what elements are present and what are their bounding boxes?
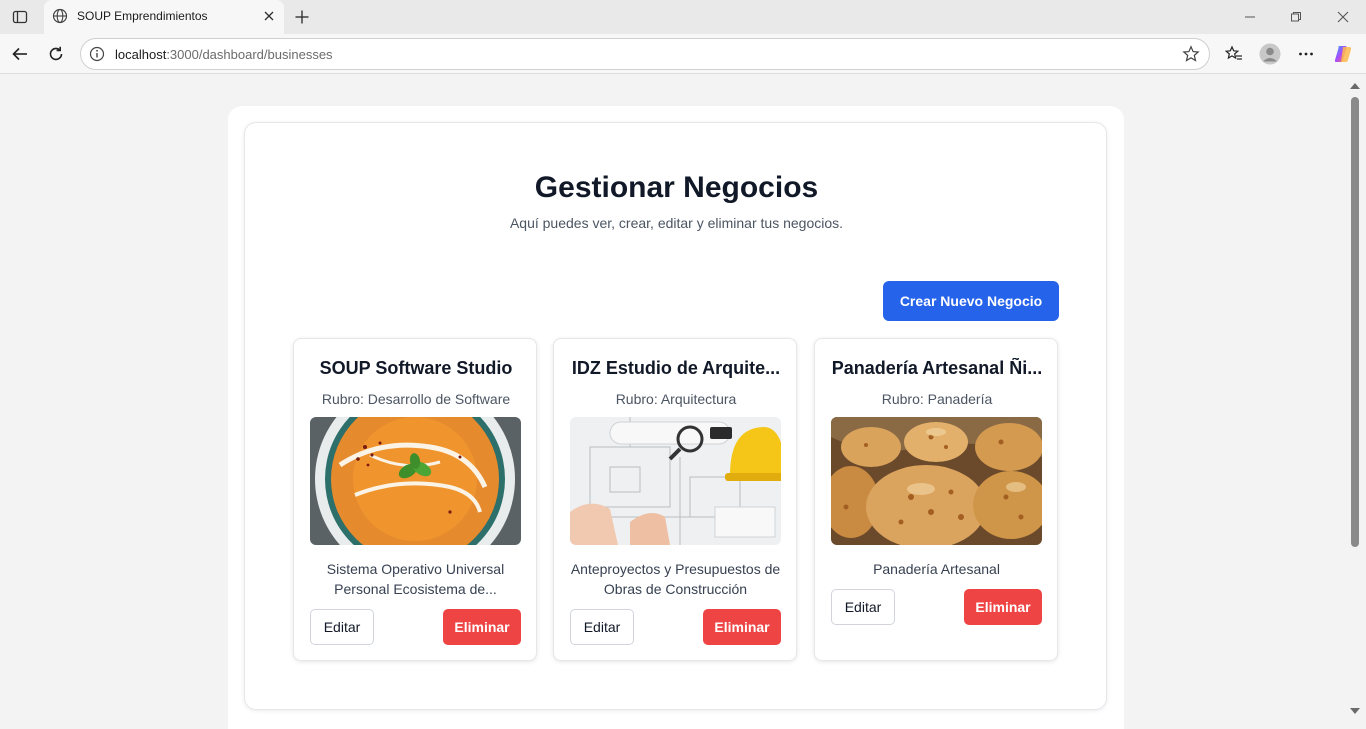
browser-tab[interactable]: SOUP Emprendimientos xyxy=(44,0,284,34)
url-host: localhost xyxy=(115,47,167,62)
favorite-star-icon[interactable] xyxy=(1182,45,1200,63)
site-info-icon[interactable] xyxy=(89,46,105,62)
business-rubro: Rubro: Desarrollo de Software xyxy=(321,391,511,407)
close-tab-icon[interactable] xyxy=(262,9,276,23)
restore-icon[interactable] xyxy=(1286,7,1306,27)
soup-bowl-image xyxy=(310,417,521,545)
browser-toolbar: localhost:3000/dashboard/businesses xyxy=(0,34,1366,74)
globe-icon xyxy=(52,8,68,24)
business-name: IDZ Estudio de Arquite... xyxy=(571,358,781,378)
tab-title: SOUP Emprendimientos xyxy=(77,9,208,23)
profile-avatar-icon[interactable] xyxy=(1258,42,1282,66)
page-title: Gestionar Negocios xyxy=(534,171,819,204)
businesses-card: Gestionar Negocios Aquí puedes ver, crea… xyxy=(244,122,1107,710)
edit-button[interactable]: Editar xyxy=(570,609,634,645)
new-tab-plus-icon[interactable] xyxy=(291,6,313,28)
business-card: IDZ Estudio de Arquite... Rubro: Arquite… xyxy=(553,338,797,661)
business-card: SOUP Software Studio Rubro: Desarrollo d… xyxy=(293,338,537,661)
scrollbar-thumb[interactable] xyxy=(1351,97,1359,547)
edit-button[interactable]: Editar xyxy=(310,609,374,645)
delete-button[interactable]: Eliminar xyxy=(964,589,1042,625)
back-arrow-icon[interactable] xyxy=(8,42,32,66)
browser-tab-bar: SOUP Emprendimientos xyxy=(0,0,1366,34)
bread-rolls-image xyxy=(831,417,1042,545)
address-bar[interactable]: localhost:3000/dashboard/businesses xyxy=(80,38,1210,70)
copilot-icon[interactable] xyxy=(1331,42,1355,66)
vertical-scrollbar[interactable] xyxy=(1347,75,1366,729)
page-subtitle: Aquí puedes ver, crear, editar y elimina… xyxy=(509,215,844,231)
delete-button[interactable]: Eliminar xyxy=(443,609,521,645)
business-card: Panadería Artesanal Ñi... Rubro: Panader… xyxy=(814,338,1058,661)
page-viewport: Gestionar Negocios Aquí puedes ver, crea… xyxy=(0,75,1366,729)
business-name: SOUP Software Studio xyxy=(319,358,513,378)
delete-button[interactable]: Eliminar xyxy=(703,609,781,645)
url-path: :3000/dashboard/businesses xyxy=(166,47,333,62)
dashboard-panel: Gestionar Negocios Aquí puedes ver, crea… xyxy=(228,106,1124,729)
architecture-plans-image xyxy=(570,417,781,545)
more-menu-icon[interactable] xyxy=(1294,42,1318,66)
create-business-button[interactable]: Crear Nuevo Negocio xyxy=(883,281,1059,321)
reload-icon[interactable] xyxy=(44,42,68,66)
scroll-down-arrow-icon[interactable] xyxy=(1350,708,1360,714)
minimize-icon[interactable] xyxy=(1240,7,1260,27)
business-rubro: Rubro: Arquitectura xyxy=(615,391,737,407)
url-text: localhost:3000/dashboard/businesses xyxy=(115,47,333,62)
favorites-icon[interactable] xyxy=(1222,42,1246,66)
edit-button[interactable]: Editar xyxy=(831,589,895,625)
business-description: Sistema Operativo Universal Personal Eco… xyxy=(326,561,505,597)
tab-actions-menu-icon[interactable] xyxy=(9,6,31,28)
scroll-up-arrow-icon[interactable] xyxy=(1350,83,1360,89)
business-rubro: Rubro: Panadería xyxy=(881,391,993,407)
business-description: Anteproyectos y Presupuestos de Obras de… xyxy=(570,561,781,597)
close-window-icon[interactable] xyxy=(1333,7,1353,27)
business-description: Panadería Artesanal xyxy=(873,561,1000,577)
business-name: Panadería Artesanal Ñi... xyxy=(831,358,1043,378)
